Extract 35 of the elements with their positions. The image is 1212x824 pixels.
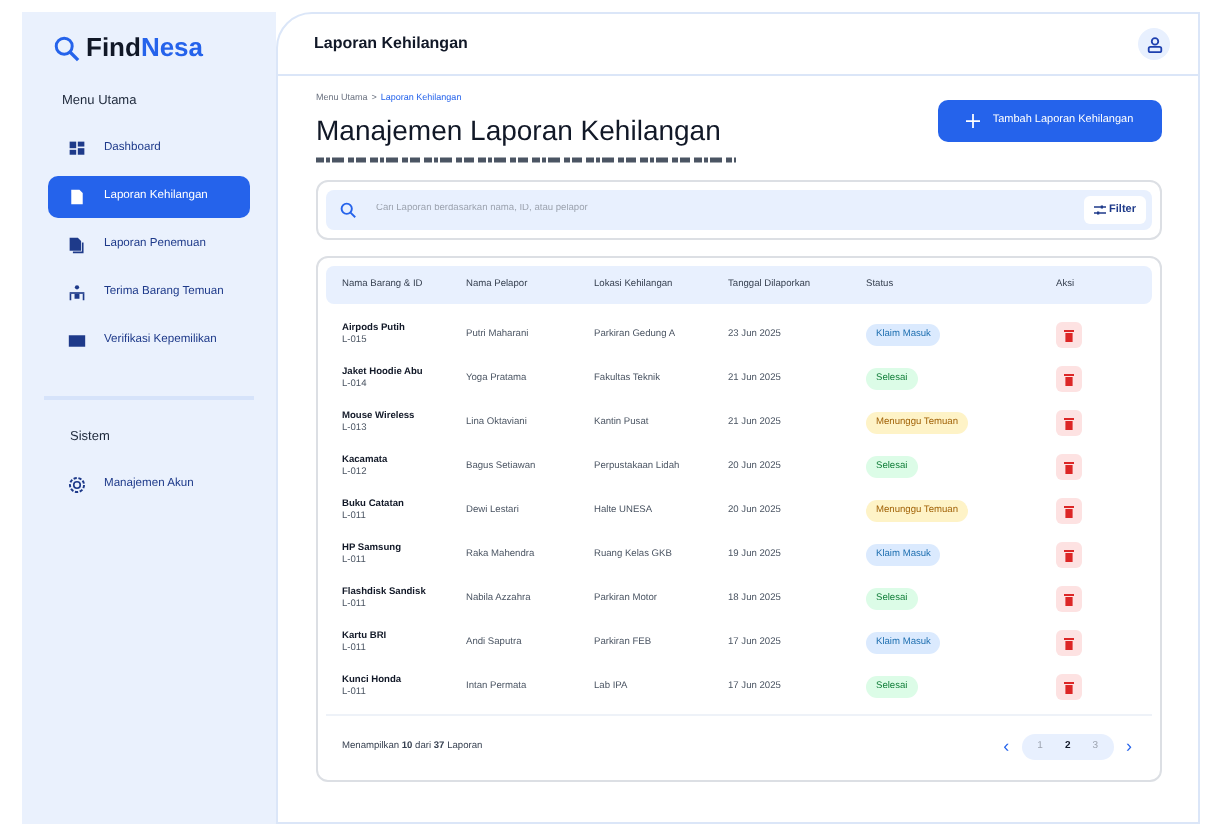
card-icon — [68, 331, 86, 350]
documents-icon — [68, 235, 86, 254]
search-icon — [340, 201, 356, 218]
plus-icon — [966, 114, 981, 128]
delete-button[interactable] — [1056, 586, 1082, 613]
header-title: Laporan Kehilangan — [314, 32, 468, 56]
grid-icon — [68, 139, 86, 158]
trash-icon — [1064, 549, 1074, 562]
delete-button[interactable] — [1056, 454, 1082, 481]
gear-icon — [68, 475, 86, 493]
trash-icon — [1064, 417, 1074, 430]
brand-logo: FindNesa — [86, 30, 204, 67]
delete-button[interactable] — [1056, 366, 1082, 393]
profile-button[interactable] — [1138, 28, 1170, 60]
delete-button[interactable] — [1056, 674, 1082, 701]
delete-button[interactable] — [1056, 498, 1082, 525]
search-icon — [54, 35, 80, 61]
document-icon — [68, 187, 86, 206]
previous-page-button[interactable]: ‹ — [1003, 738, 1010, 757]
trash-icon — [1064, 505, 1074, 518]
delete-button[interactable] — [1056, 542, 1082, 569]
delete-button[interactable] — [1056, 322, 1082, 349]
trash-icon — [1064, 329, 1074, 342]
page-title: Manajemen Laporan Kehilangan — [316, 115, 723, 144]
trash-icon — [1064, 681, 1074, 694]
trash-icon — [1064, 593, 1074, 606]
sliders-icon — [1093, 203, 1106, 216]
delete-button[interactable] — [1056, 410, 1082, 437]
user-icon — [1145, 35, 1163, 53]
trash-icon — [1064, 461, 1074, 474]
trash-icon — [1064, 637, 1074, 650]
trash-icon — [1064, 373, 1074, 386]
delete-button[interactable] — [1056, 630, 1082, 657]
next-page-button[interactable]: › — [1126, 738, 1132, 757]
person-table-icon — [68, 283, 86, 302]
